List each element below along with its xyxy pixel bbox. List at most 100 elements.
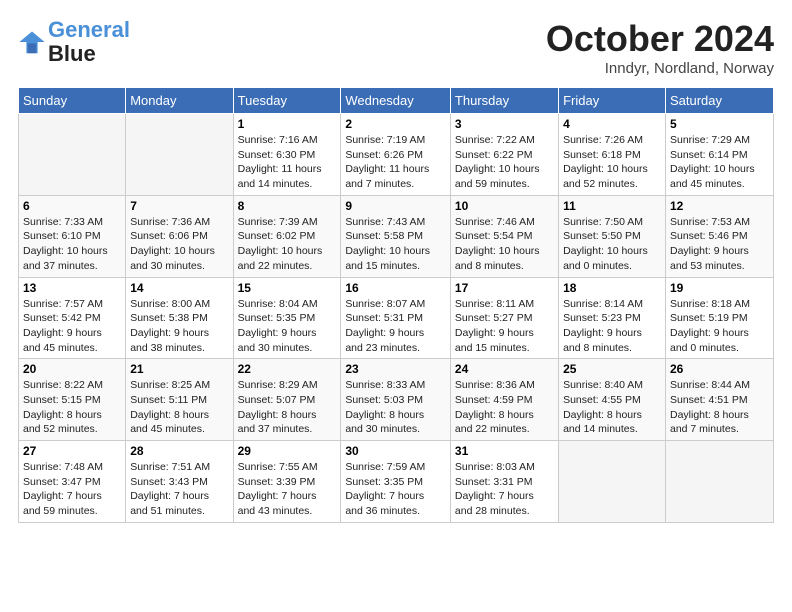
day-number: 26 <box>670 362 769 376</box>
day-cell <box>665 441 773 523</box>
day-info: Sunrise: 7:59 AMSunset: 3:35 PMDaylight:… <box>345 460 446 519</box>
weekday-friday: Friday <box>559 88 666 114</box>
weekday-saturday: Saturday <box>665 88 773 114</box>
day-cell: 1 Sunrise: 7:16 AMSunset: 6:30 PMDaylight… <box>233 114 341 196</box>
day-number: 17 <box>455 281 554 295</box>
day-info: Sunrise: 8:36 AMSunset: 4:59 PMDaylight:… <box>455 378 554 437</box>
day-cell: 19Sunrise: 8:18 AMSunset: 5:19 PMDayligh… <box>665 277 773 359</box>
day-number: 14 <box>130 281 228 295</box>
day-cell: 10 Sunrise: 7:46 AMSunset: 5:54 PMDayligh… <box>450 195 558 277</box>
day-info: Sunrise: 8:44 AMSunset: 4:51 PMDaylight:… <box>670 378 769 437</box>
day-info: Sunrise: 8:04 AMSunset: 5:35 PMDaylight:… <box>238 297 337 356</box>
day-number: 9 <box>345 199 446 213</box>
day-cell: 9Sunrise: 7:43 AMSunset: 5:58 PMDaylight… <box>341 195 451 277</box>
day-cell: 18 Sunrise: 8:14 AMSunset: 5:23 PMDayligh… <box>559 277 666 359</box>
day-info: Sunrise: 8:33 AMSunset: 5:03 PMDaylight:… <box>345 378 446 437</box>
day-number: 23 <box>345 362 446 376</box>
day-info: Sunrise: 7:22 AMSunset: 6:22 PMDaylight:… <box>455 133 554 192</box>
day-cell: 31 Sunrise: 8:03 AMSunset: 3:31 PMDayligh… <box>450 441 558 523</box>
day-info: Sunrise: 8:07 AMSunset: 5:31 PMDaylight:… <box>345 297 446 356</box>
day-info: Sunrise: 7:53 AMSunset: 5:46 PMDaylight:… <box>670 215 769 274</box>
day-cell: 3 Sunrise: 7:22 AMSunset: 6:22 PMDaylight… <box>450 114 558 196</box>
day-number: 8 <box>238 199 337 213</box>
day-number: 3 <box>455 117 554 131</box>
day-number: 4 <box>563 117 661 131</box>
day-number: 30 <box>345 444 446 458</box>
day-cell: 24 Sunrise: 8:36 AMSunset: 4:59 PMDayligh… <box>450 359 558 441</box>
day-info: Sunrise: 7:46 AMSunset: 5:54 PMDaylight:… <box>455 215 554 274</box>
day-number: 11 <box>563 199 661 213</box>
week-row-4: 27 Sunrise: 7:48 AMSunset: 3:47 PMDayligh… <box>19 441 774 523</box>
day-info: Sunrise: 7:50 AMSunset: 5:50 PMDaylight:… <box>563 215 661 274</box>
day-number: 29 <box>238 444 337 458</box>
day-info: Sunrise: 7:33 AMSunset: 6:10 PMDaylight:… <box>23 215 121 274</box>
day-number: 21 <box>130 362 228 376</box>
day-number: 6 <box>23 199 121 213</box>
day-number: 1 <box>238 117 337 131</box>
day-info: Sunrise: 7:19 AMSunset: 6:26 PMDaylight:… <box>345 133 446 192</box>
week-row-1: 6 Sunrise: 7:33 AMSunset: 6:10 PMDaylight… <box>19 195 774 277</box>
logo-text: GeneralBlue <box>48 18 130 66</box>
location: Inndyr, Nordland, Norway <box>546 60 774 77</box>
day-number: 31 <box>455 444 554 458</box>
day-cell: 29 Sunrise: 7:55 AMSunset: 3:39 PMDayligh… <box>233 441 341 523</box>
day-cell: 21 Sunrise: 8:25 AMSunset: 5:11 PMDayligh… <box>126 359 233 441</box>
weekday-wednesday: Wednesday <box>341 88 451 114</box>
day-cell: 15 Sunrise: 8:04 AMSunset: 5:35 PMDayligh… <box>233 277 341 359</box>
month-title: October 2024 <box>546 18 774 60</box>
day-number: 20 <box>23 362 121 376</box>
header: GeneralBlue October 2024 Inndyr, Nordlan… <box>18 18 774 77</box>
day-cell: 27 Sunrise: 7:48 AMSunset: 3:47 PMDayligh… <box>19 441 126 523</box>
day-cell: 14 Sunrise: 8:00 AMSunset: 5:38 PMDayligh… <box>126 277 233 359</box>
day-info: Sunrise: 7:36 AMSunset: 6:06 PMDaylight:… <box>130 215 228 274</box>
day-cell: 22Sunrise: 8:29 AMSunset: 5:07 PMDayligh… <box>233 359 341 441</box>
weekday-header-row: SundayMondayTuesdayWednesdayThursdayFrid… <box>19 88 774 114</box>
day-number: 10 <box>455 199 554 213</box>
day-cell: 8 Sunrise: 7:39 AMSunset: 6:02 PMDaylight… <box>233 195 341 277</box>
week-row-0: 1 Sunrise: 7:16 AMSunset: 6:30 PMDaylight… <box>19 114 774 196</box>
day-info: Sunrise: 8:40 AMSunset: 4:55 PMDaylight:… <box>563 378 661 437</box>
day-number: 15 <box>238 281 337 295</box>
day-number: 27 <box>23 444 121 458</box>
day-cell: 5Sunrise: 7:29 AMSunset: 6:14 PMDaylight… <box>665 114 773 196</box>
day-info: Sunrise: 7:55 AMSunset: 3:39 PMDaylight:… <box>238 460 337 519</box>
day-info: Sunrise: 8:22 AMSunset: 5:15 PMDaylight:… <box>23 378 121 437</box>
day-info: Sunrise: 8:29 AMSunset: 5:07 PMDaylight:… <box>238 378 337 437</box>
day-info: Sunrise: 7:26 AMSunset: 6:18 PMDaylight:… <box>563 133 661 192</box>
day-cell: 12Sunrise: 7:53 AMSunset: 5:46 PMDayligh… <box>665 195 773 277</box>
day-number: 16 <box>345 281 446 295</box>
day-number: 2 <box>345 117 446 131</box>
day-info: Sunrise: 7:48 AMSunset: 3:47 PMDaylight:… <box>23 460 121 519</box>
day-info: Sunrise: 7:51 AMSunset: 3:43 PMDaylight:… <box>130 460 228 519</box>
weekday-tuesday: Tuesday <box>233 88 341 114</box>
day-cell: 25 Sunrise: 8:40 AMSunset: 4:55 PMDayligh… <box>559 359 666 441</box>
day-cell: 23 Sunrise: 8:33 AMSunset: 5:03 PMDayligh… <box>341 359 451 441</box>
day-cell: 13Sunrise: 7:57 AMSunset: 5:42 PMDayligh… <box>19 277 126 359</box>
day-cell: 17Sunrise: 8:11 AMSunset: 5:27 PMDayligh… <box>450 277 558 359</box>
day-info: Sunrise: 8:03 AMSunset: 3:31 PMDaylight:… <box>455 460 554 519</box>
title-section: October 2024 Inndyr, Nordland, Norway <box>546 18 774 77</box>
day-info: Sunrise: 7:39 AMSunset: 6:02 PMDaylight:… <box>238 215 337 274</box>
day-number: 25 <box>563 362 661 376</box>
logo-icon <box>18 28 46 56</box>
day-cell: 28 Sunrise: 7:51 AMSunset: 3:43 PMDayligh… <box>126 441 233 523</box>
weekday-monday: Monday <box>126 88 233 114</box>
day-cell: 30 Sunrise: 7:59 AMSunset: 3:35 PMDayligh… <box>341 441 451 523</box>
day-cell: 7 Sunrise: 7:36 AMSunset: 6:06 PMDaylight… <box>126 195 233 277</box>
day-info: Sunrise: 8:25 AMSunset: 5:11 PMDaylight:… <box>130 378 228 437</box>
day-cell <box>126 114 233 196</box>
weekday-sunday: Sunday <box>19 88 126 114</box>
day-cell: 20 Sunrise: 8:22 AMSunset: 5:15 PMDayligh… <box>19 359 126 441</box>
day-number: 5 <box>670 117 769 131</box>
day-cell: 11 Sunrise: 7:50 AMSunset: 5:50 PMDayligh… <box>559 195 666 277</box>
day-info: Sunrise: 8:00 AMSunset: 5:38 PMDaylight:… <box>130 297 228 356</box>
day-number: 18 <box>563 281 661 295</box>
day-info: Sunrise: 8:14 AMSunset: 5:23 PMDaylight:… <box>563 297 661 356</box>
day-number: 7 <box>130 199 228 213</box>
day-cell: 16 Sunrise: 8:07 AMSunset: 5:31 PMDayligh… <box>341 277 451 359</box>
day-number: 28 <box>130 444 228 458</box>
day-number: 13 <box>23 281 121 295</box>
day-info: Sunrise: 7:16 AMSunset: 6:30 PMDaylight:… <box>238 133 337 192</box>
day-number: 24 <box>455 362 554 376</box>
day-cell: 26 Sunrise: 8:44 AMSunset: 4:51 PMDayligh… <box>665 359 773 441</box>
